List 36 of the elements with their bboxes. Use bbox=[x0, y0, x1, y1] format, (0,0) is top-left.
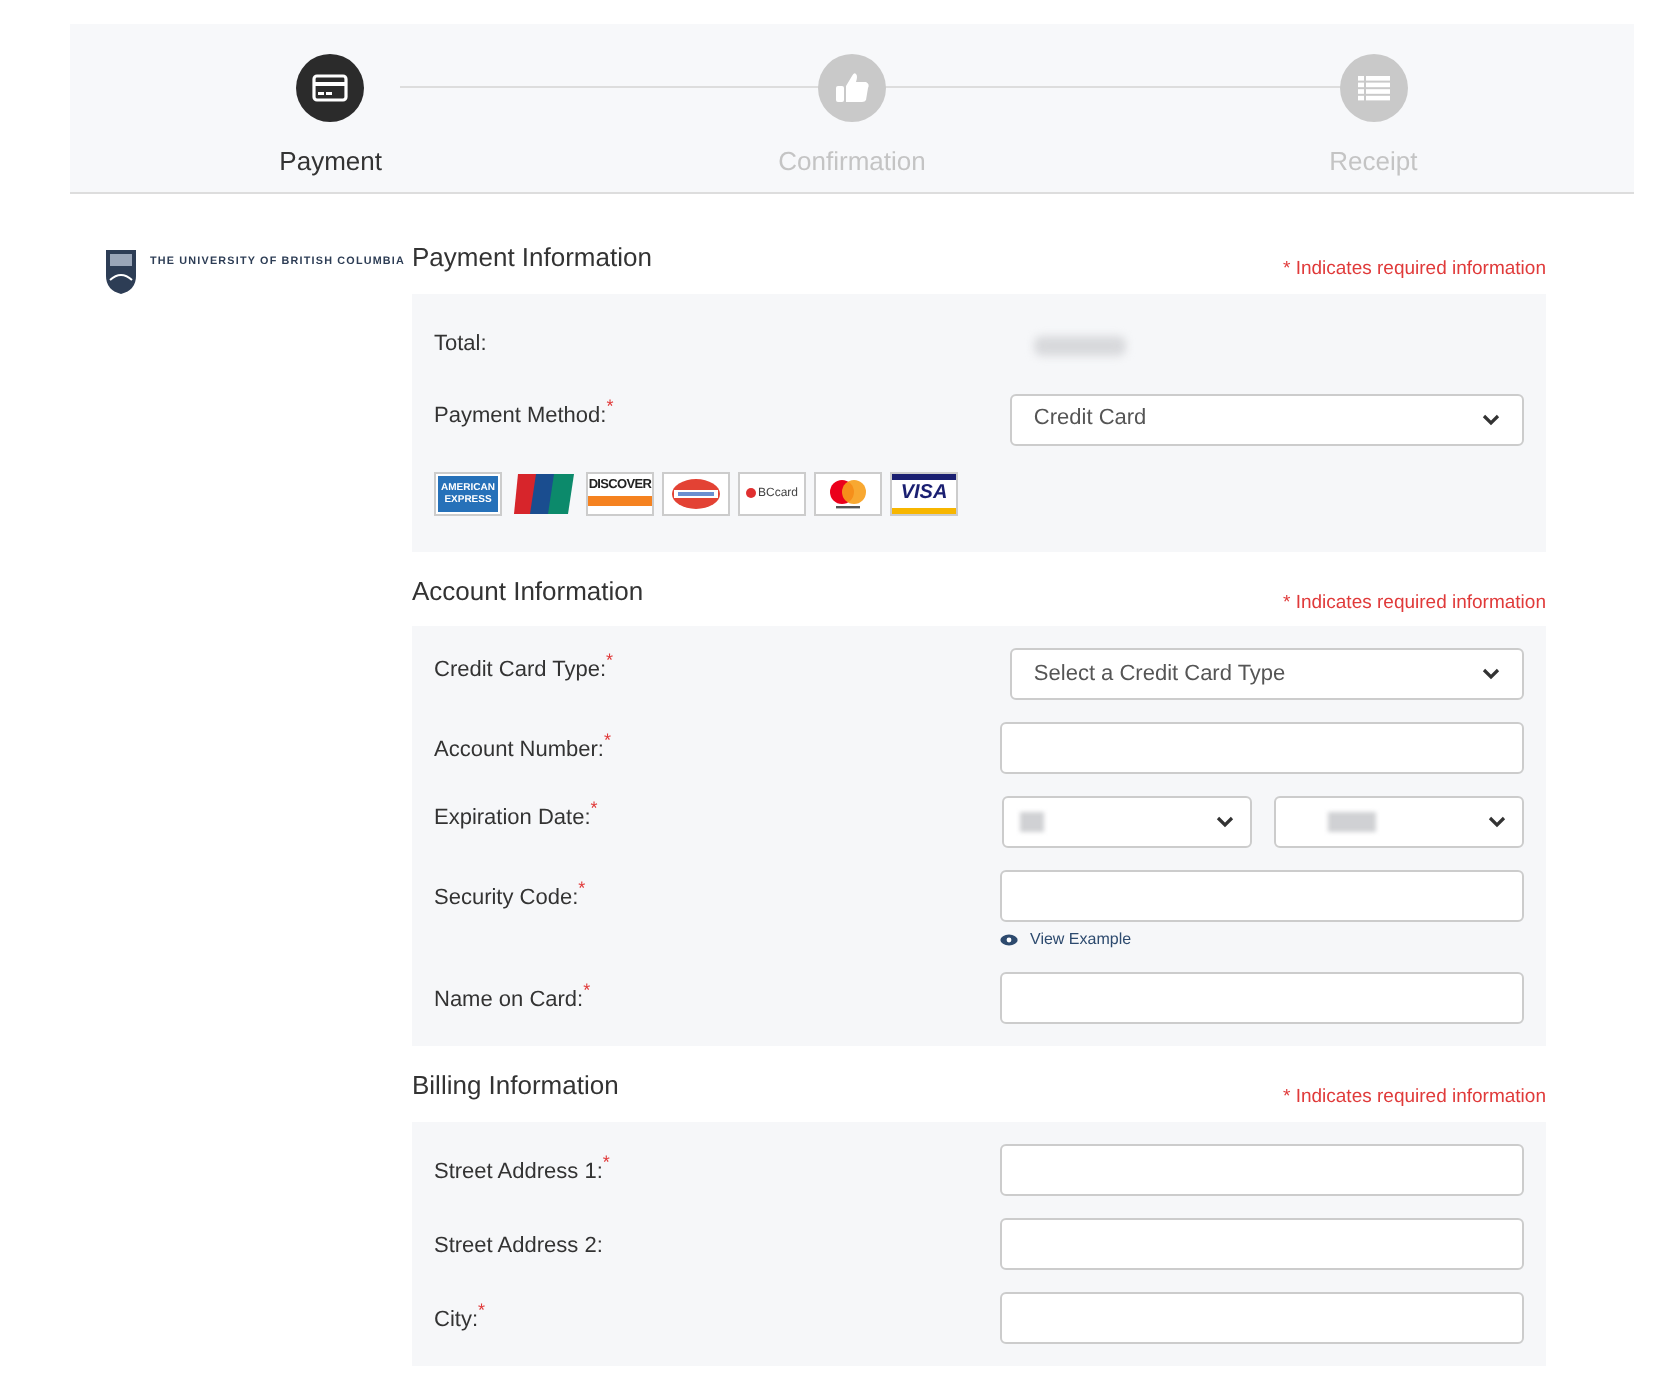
select-dropdown[interactable] bbox=[1274, 796, 1524, 848]
select-dropdown[interactable] bbox=[1002, 796, 1252, 848]
required-note: * Indicates required information bbox=[1283, 1084, 1546, 1113]
text-input[interactable] bbox=[1000, 870, 1524, 922]
shield-crest-icon bbox=[104, 248, 138, 296]
blurred-value bbox=[1034, 335, 1126, 355]
section-title: Billing Information bbox=[412, 1068, 619, 1104]
thumbs-up-icon bbox=[834, 72, 870, 104]
list-icon bbox=[1355, 74, 1392, 102]
text-input[interactable] bbox=[1000, 1217, 1524, 1269]
diners-card-logo bbox=[662, 471, 730, 515]
text-input[interactable] bbox=[1000, 1291, 1524, 1343]
view-example-link[interactable]: View Example bbox=[1030, 928, 1132, 952]
section-title: Payment Information bbox=[412, 240, 652, 276]
visa-card-logo: VISA bbox=[890, 471, 958, 515]
text-input[interactable] bbox=[1000, 1143, 1524, 1195]
select-dropdown[interactable]: Select a Credit Card Type bbox=[1009, 648, 1524, 700]
chevron-down-icon bbox=[1482, 668, 1500, 680]
required-note: * Indicates required information bbox=[1283, 589, 1546, 618]
mastercard-card-logo bbox=[814, 471, 882, 515]
field-label: Total: bbox=[434, 332, 487, 358]
text-input[interactable] bbox=[1000, 972, 1524, 1024]
select-dropdown[interactable]: Credit Card bbox=[1009, 393, 1524, 445]
chevron-down-icon bbox=[1216, 816, 1234, 828]
required-note: * Indicates required information bbox=[1283, 256, 1546, 285]
step-label: Payment bbox=[279, 144, 382, 180]
chevron-down-icon bbox=[1488, 816, 1506, 828]
field-label: Street Address 2: bbox=[434, 1233, 603, 1259]
unionpay-card-logo bbox=[510, 471, 578, 515]
blurred-value bbox=[1020, 812, 1044, 832]
section-title: Account Information bbox=[412, 573, 644, 609]
eye-icon bbox=[1000, 934, 1018, 946]
blurred-value bbox=[1328, 812, 1376, 832]
chevron-down-icon bbox=[1482, 413, 1500, 425]
credit-card-icon bbox=[312, 74, 349, 102]
text-input[interactable] bbox=[1000, 722, 1524, 774]
